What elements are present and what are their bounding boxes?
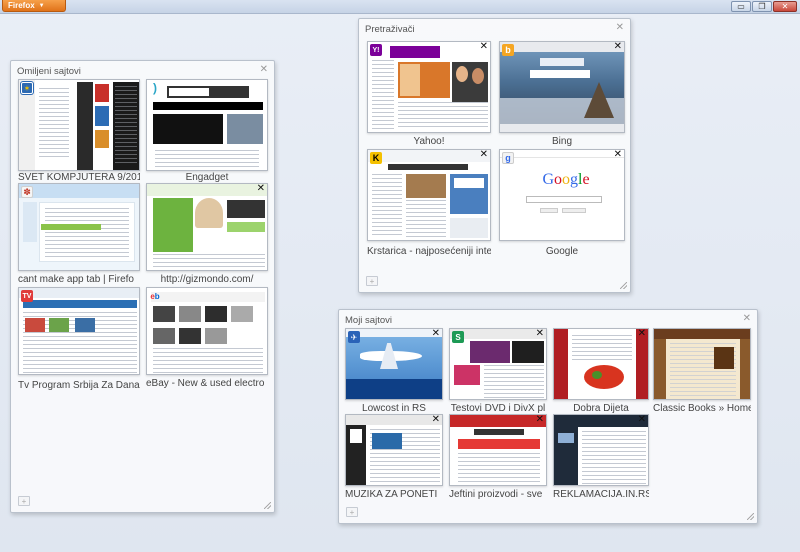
tab-thumbnail[interactable]: ✕ REKLAMACIJA.IN.RS	[553, 414, 649, 506]
tab-preview	[18, 183, 140, 271]
tab-thumbnail[interactable]: S ✕ Testovi DVD i DivX pl	[449, 328, 547, 420]
favicon-icon: TV	[21, 290, 33, 302]
tab-thumbnail[interactable]: Classic Books » Home	[653, 328, 751, 420]
tab-title: Yahoo!	[413, 136, 445, 147]
restore-button[interactable]: ❐	[752, 1, 772, 12]
tab-title: Classic Books » Home	[653, 403, 751, 414]
title-bar: Firefox ▼ ▭ ❐ ✕	[0, 0, 800, 14]
minimize-icon: ▭	[737, 1, 745, 11]
tab-title: Google	[545, 246, 579, 257]
tab-preview	[449, 414, 547, 486]
tab-thumbnail[interactable]: ✕ MUZIKA ZA PONETI	[345, 414, 443, 506]
tab-preview	[553, 414, 649, 486]
resize-handle[interactable]	[264, 502, 271, 509]
tab-thumbnail[interactable]: ✕ http://gizmondo.com/	[146, 183, 268, 303]
tab-preview	[499, 41, 625, 133]
close-window-button[interactable]: ✕	[773, 1, 797, 12]
tab-preview	[146, 79, 268, 171]
tab-title: Testovi DVD i DivX pl	[450, 403, 546, 414]
favicon-icon: Y!	[370, 44, 382, 56]
tab-thumbnail[interactable]: b ✕ Bing	[499, 41, 625, 151]
close-tab-icon[interactable]: ✕	[614, 42, 622, 52]
tab-preview	[553, 328, 649, 400]
group-close-icon[interactable]: ✕	[616, 22, 624, 33]
tab-preview	[18, 287, 140, 375]
tab-group-favorites[interactable]: Omiljeni sajtovi ✕ ✶ SVET KOMPJUTERA 9/2…	[10, 60, 275, 513]
group-close-icon[interactable]: ✕	[260, 64, 268, 75]
tab-thumbnail[interactable]: ✕ Jeftini proizvodi - sve	[449, 414, 547, 506]
group-title[interactable]: Moji sajtovi	[345, 315, 392, 326]
tab-preview	[146, 287, 268, 375]
tab-thumbnail[interactable]: ✽ cant make app tab | Firefo	[18, 183, 140, 303]
favicon-icon: ✈	[348, 331, 360, 343]
close-tab-icon[interactable]: ✕	[536, 329, 544, 339]
tab-preview	[18, 79, 140, 171]
firefox-menu-button[interactable]: Firefox ▼	[2, 0, 66, 12]
tab-title: Engadget	[185, 172, 229, 183]
favicon-icon: g	[502, 152, 514, 164]
window-controls: ▭ ❐ ✕	[731, 1, 797, 12]
resize-handle[interactable]	[620, 282, 627, 289]
close-tab-icon[interactable]: ✕	[432, 415, 440, 425]
close-tab-icon[interactable]: ✕	[480, 150, 488, 160]
minimize-button[interactable]: ▭	[731, 1, 751, 12]
tab-title: SVET KOMPJUTERA 9/201	[18, 172, 140, 183]
group-close-icon[interactable]: ✕	[743, 313, 751, 324]
new-tab-button[interactable]: +	[346, 507, 358, 517]
tab-thumbnail[interactable]: ) Engadget	[146, 79, 268, 199]
close-tab-icon[interactable]: ✕	[638, 329, 646, 339]
tab-preview	[367, 41, 491, 133]
tab-title: REKLAMACIJA.IN.RS	[553, 489, 649, 500]
tab-preview	[653, 328, 751, 400]
favicon-icon: K	[370, 152, 382, 164]
resize-handle[interactable]	[747, 513, 754, 520]
firefox-menu-label: Firefox	[8, 1, 35, 10]
tab-preview	[367, 149, 491, 241]
tab-thumbnail[interactable]: TV Tv Program Srbija Za Dana	[18, 287, 140, 407]
tab-thumbnail[interactable]: ✕ Dobra Dijeta	[553, 328, 649, 420]
favicon-icon: ✽	[21, 186, 33, 198]
tab-thumbnail[interactable]: Y! ✕ Yahoo!	[367, 41, 491, 151]
close-tab-icon[interactable]: ✕	[480, 42, 488, 52]
restore-icon: ❐	[758, 1, 766, 11]
tab-thumbnail[interactable]: K ✕ Krstarica - najposećeniji inte	[367, 149, 491, 269]
close-tab-icon[interactable]: ✕	[536, 415, 544, 425]
tab-thumbnail[interactable]: Google g ✕ Google	[499, 149, 625, 269]
favicon-icon: S	[452, 331, 464, 343]
tab-preview	[146, 183, 268, 271]
tab-title: http://gizmondo.com/	[160, 274, 254, 285]
tab-title: Dobra Dijeta	[573, 403, 629, 414]
tab-title: Jeftini proizvodi - sve	[449, 489, 543, 500]
chevron-down-icon: ▼	[38, 2, 45, 9]
tab-thumbnail[interactable]: eb eBay - New & used electro	[146, 287, 268, 407]
tab-title: Krstarica - najposećeniji inte	[367, 246, 491, 257]
close-tab-icon[interactable]: ✕	[257, 184, 265, 194]
favicon-icon: eb	[150, 291, 160, 301]
tab-title: Tv Program Srbija Za Dana	[18, 380, 140, 391]
tab-title: Lowcost in RS	[362, 403, 426, 414]
close-tab-icon[interactable]: ✕	[432, 329, 440, 339]
close-tab-icon[interactable]: ✕	[614, 150, 622, 160]
tab-title: eBay - New & used electro	[146, 378, 265, 389]
tab-group-search[interactable]: Pretraživači ✕ Y! ✕ Yahoo! b ✕ Bing K ✕ …	[358, 18, 631, 293]
tab-preview	[345, 414, 443, 486]
new-tab-button[interactable]: +	[366, 276, 378, 286]
tab-title: MUZIKA ZA PONETI	[345, 489, 438, 500]
favicon-icon: b	[502, 44, 514, 56]
tab-thumbnail[interactable]: ✶ SVET KOMPJUTERA 9/201	[18, 79, 140, 199]
close-tab-icon[interactable]: ✕	[638, 415, 646, 425]
tab-group-my-sites[interactable]: Moji sajtovi ✕ ✈ ✕ Lowcost in RS S ✕ Tes…	[338, 309, 758, 524]
group-title[interactable]: Omiljeni sajtovi	[17, 66, 81, 77]
favicon-icon: ✶	[21, 82, 33, 94]
new-tab-button[interactable]: +	[18, 496, 30, 506]
tab-thumbnail[interactable]: ✈ ✕ Lowcost in RS	[345, 328, 443, 420]
tab-title: Bing	[551, 136, 572, 147]
group-title[interactable]: Pretraživači	[365, 24, 415, 35]
tab-title: cant make app tab | Firefo	[18, 274, 134, 285]
tab-preview: Google	[499, 149, 625, 241]
favicon-icon: )	[153, 81, 157, 95]
close-icon: ✕	[781, 1, 789, 11]
